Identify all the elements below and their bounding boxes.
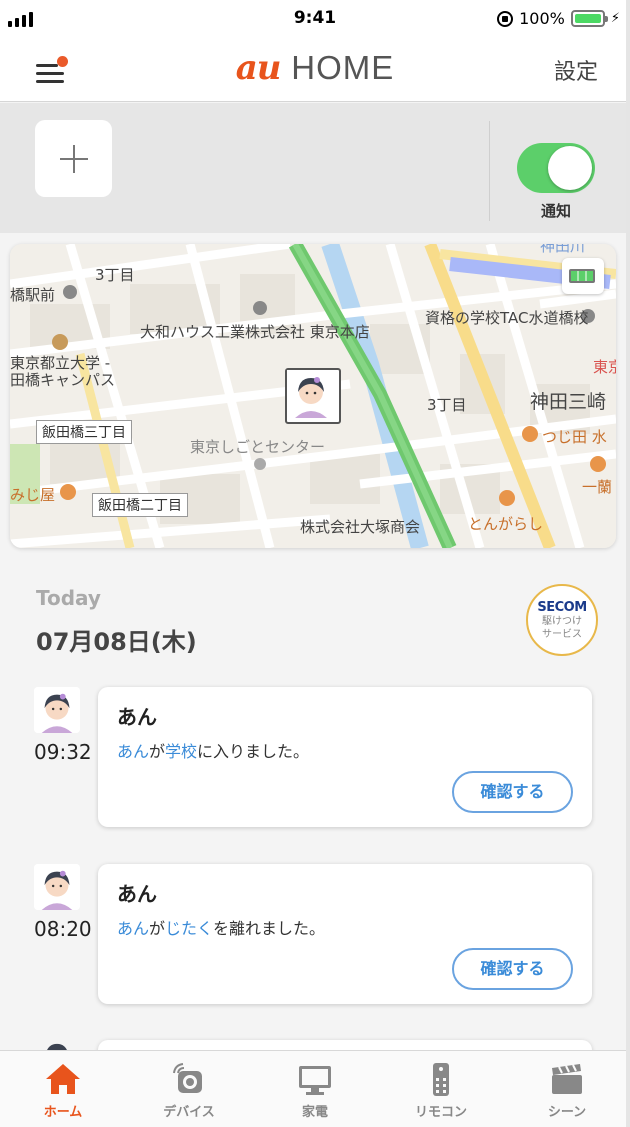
home-wordmark: HOME [291,49,395,86]
message-text: を離れました。 [213,919,326,938]
date-label: 07月08日(木) [36,628,197,656]
message-particle: が [149,742,166,761]
clapperboard-icon [552,1064,582,1094]
map-label: 一蘭 [582,478,613,496]
map-label: 飯田橋二丁目 [92,493,188,517]
battery-percent: 100% [519,9,565,28]
secom-logo: SECOM [537,600,587,615]
tab-bar: ホーム デバイス 家電 リモコン シーン [0,1050,630,1127]
entry-time: 08:20 [34,917,92,941]
notification-toggle[interactable] [517,143,595,193]
child-avatar-icon [287,370,335,418]
nav-bar: au HOME 設定 [0,38,630,102]
confirm-button[interactable]: 確認する [452,948,573,990]
person-link[interactable]: あん [117,742,149,761]
map-label: 3丁目 [427,396,467,414]
entry-time: 09:32 [34,740,92,764]
map-label: つじ田 水 [542,428,607,446]
map-label: 橋駅前 [10,286,56,304]
entry-avatar [34,687,80,733]
secom-rush-service-button[interactable]: SECOM 駆けつけ サービス [526,584,598,656]
notification-toggle-label: 通知 [540,202,571,220]
tab-home[interactable]: ホーム [0,1051,126,1127]
map-label: 東京しごとセンター [190,438,326,456]
map-label: 田橋キャンパス [10,371,116,389]
monitor-icon [299,1066,331,1095]
device-icon [173,1063,202,1093]
status-bar: 9:41 100% ⚡ [0,0,630,38]
toggle-knob [548,146,592,190]
card-message: あんがじたくを離れました。 [117,915,325,939]
message-text: に入りました。 [197,742,310,761]
card-person-name: あん [117,882,157,906]
activity-card: あん あんがじたくを離れました。 確認する [98,864,592,1004]
map-label: 東京 [593,358,616,376]
tab-label: 家電 [301,1105,328,1120]
add-button[interactable] [35,120,112,197]
panel-divider [489,121,490,221]
map-label: 飯田橋三丁目 [36,420,132,444]
orientation-lock-icon [497,10,514,27]
tab-devices[interactable]: デバイス [126,1051,252,1127]
today-label: Today [36,586,101,610]
tab-remote[interactable]: リモコン [378,1051,504,1127]
place-link[interactable]: 学校 [165,742,197,761]
map-label: 神田三崎 [530,391,607,413]
entry-avatar [34,864,80,910]
app-logo: au HOME [0,48,630,88]
confirm-button[interactable]: 確認する [452,771,573,813]
card-person-name: あん [117,705,157,729]
child-location-marker[interactable] [285,368,341,424]
secom-sub-line2: サービス [542,629,582,640]
charging-icon: ⚡ [610,11,620,26]
tab-label: シーン [547,1105,587,1120]
place-link[interactable]: じたく [165,919,213,938]
map-label: 大和ハウス工業株式会社 東京本店 [140,323,370,341]
device-battery-icon [562,258,604,294]
map-label: 資格の学校TAC水道橋校 [425,309,589,327]
tab-label: デバイス [163,1105,215,1120]
settings-button[interactable]: 設定 [554,54,598,86]
card-message: あんが学校に入りました。 [117,738,309,762]
screen-edge [626,0,630,1127]
activity-card: あん あんが学校に入りました。 確認する [98,687,592,827]
tab-label: ホーム [43,1105,83,1120]
map-label: とんがらし [468,515,544,533]
location-map[interactable]: 3丁目 橋駅前 大和ハウス工業株式会社 東京本店 資格の学校TAC水道橋校 東京… [10,244,616,548]
remote-icon [433,1063,449,1096]
child-avatar-icon [34,687,80,733]
map-label: 3丁目 [95,266,135,284]
child-avatar-icon [34,864,80,910]
battery-icon [570,10,608,27]
secom-sub-line1: 駆けつけ [542,616,582,627]
map-label: みじ屋 [10,486,56,504]
person-link[interactable]: あん [117,919,149,938]
tab-appliances[interactable]: 家電 [252,1051,378,1127]
tab-scene[interactable]: シーン [504,1051,630,1127]
home-icon [46,1064,80,1094]
quick-panel: 通知 [0,103,630,233]
au-logo: au [235,48,282,88]
map-label: 神田川 [540,244,586,255]
tab-label: リモコン [414,1105,467,1120]
map-label: 株式会社大塚商会 [300,518,421,536]
message-particle: が [149,919,166,938]
